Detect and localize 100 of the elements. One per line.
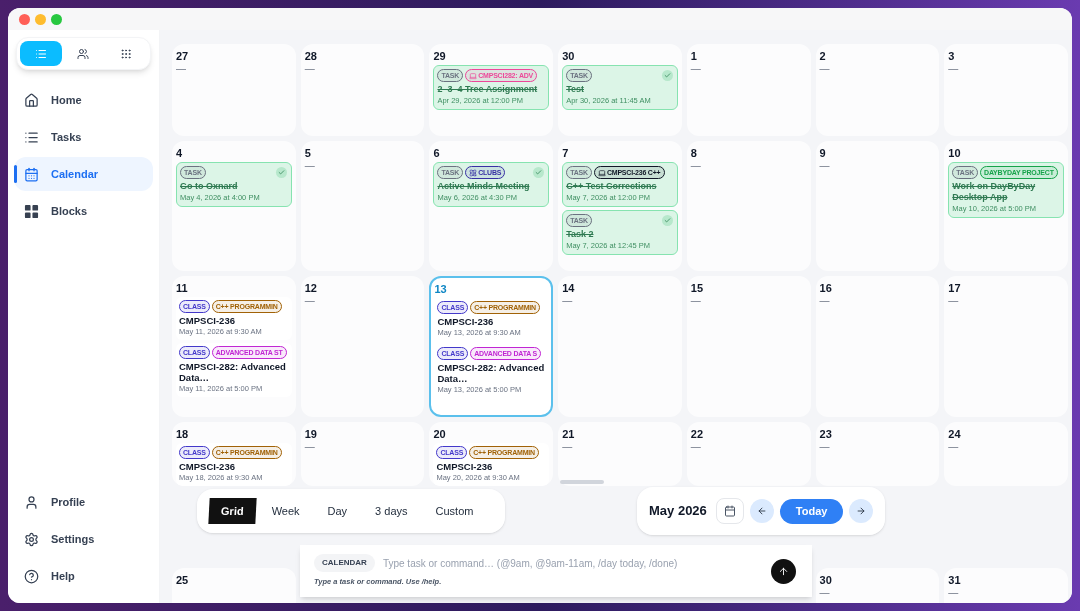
help-icon xyxy=(24,568,39,584)
laptop-icon xyxy=(597,168,606,177)
empty-dash: — xyxy=(562,295,574,307)
day-cell[interactable]: 3 — xyxy=(944,44,1068,136)
day-number: 25 xyxy=(176,573,190,587)
day-cell[interactable]: 28 — xyxy=(300,44,425,136)
view-tab[interactable]: Grid xyxy=(208,498,257,524)
day-cell[interactable]: 25 xyxy=(172,568,296,603)
day-cell[interactable]: 1 — xyxy=(686,44,811,136)
event-title: CMPSCI-236 xyxy=(437,316,495,327)
next-button[interactable] xyxy=(849,499,874,523)
grid-icon xyxy=(119,47,132,60)
list-icon xyxy=(24,129,39,145)
person-icon xyxy=(24,494,39,510)
day-cell[interactable]: 30 — xyxy=(815,568,940,603)
close-window-icon[interactable] xyxy=(19,13,30,25)
day-number: 13 xyxy=(434,282,448,296)
atom-icon xyxy=(469,168,478,177)
minimize-window-icon[interactable] xyxy=(35,13,46,25)
day-number: 12 xyxy=(304,281,318,295)
active-indicator xyxy=(14,165,17,183)
day-number: 6 xyxy=(433,146,441,160)
previous-button[interactable] xyxy=(749,499,774,523)
day-number: 14 xyxy=(562,281,576,295)
day-number: 16 xyxy=(819,281,833,295)
up-arrow-icon xyxy=(778,565,789,577)
day-number: 29 xyxy=(433,49,447,63)
nav-item[interactable]: Calendar xyxy=(14,157,153,191)
day-number: 18 xyxy=(176,427,190,441)
empty-dash: — xyxy=(304,295,316,307)
day-cell[interactable]: 27 — xyxy=(172,44,296,136)
empty-dash: — xyxy=(819,63,831,75)
view-tab[interactable]: Custom xyxy=(423,498,486,524)
event-title: C++ Test Corrections xyxy=(566,181,658,192)
day-number: 28 xyxy=(304,49,318,63)
nav-item[interactable]: Help xyxy=(14,559,153,593)
day-cell[interactable]: 22 — xyxy=(686,422,811,486)
view-switch-button[interactable] xyxy=(20,41,63,66)
month-title: May 2026 xyxy=(649,502,707,521)
empty-dash: — xyxy=(948,63,960,75)
date-picker-button[interactable] xyxy=(715,498,744,524)
day-number: 4 xyxy=(176,146,184,160)
empty-dash: — xyxy=(690,160,702,172)
day-cell[interactable]: 17 — xyxy=(944,276,1068,417)
day-cell[interactable]: 31 — xyxy=(944,568,1068,603)
day-cell[interactable]: 5 — xyxy=(300,141,425,271)
day-number: 24 xyxy=(948,427,962,441)
event-title: CMPSCI-236 xyxy=(436,461,494,472)
settings-icon xyxy=(24,531,39,547)
day-cell[interactable]: 16 — xyxy=(815,276,940,417)
day-cell[interactable]: 23 — xyxy=(815,422,940,486)
day-number: 23 xyxy=(819,427,833,441)
day-cell[interactable]: 24 — xyxy=(944,422,1068,486)
empty-dash: — xyxy=(819,295,831,307)
people-icon xyxy=(77,47,90,60)
event-title: Work on DayByDay Desktop App xyxy=(952,181,1037,203)
event-title: Go to Oxnard xyxy=(180,181,239,192)
day-cell[interactable]: 2 — xyxy=(815,44,940,136)
view-tab[interactable]: Week xyxy=(259,498,312,524)
day-cell[interactable]: 12 — xyxy=(300,276,425,417)
send-button[interactable] xyxy=(771,558,796,584)
calendar-icon xyxy=(24,166,39,182)
drag-handle[interactable] xyxy=(560,480,604,484)
event-title: 2–3–4 Tree Assignment xyxy=(437,84,539,95)
empty-dash: — xyxy=(304,63,316,75)
day-number: 9 xyxy=(819,146,827,160)
day-cell[interactable]: 15 — xyxy=(686,276,811,417)
blocks-icon xyxy=(24,203,39,219)
day-cell[interactable]: 21 — xyxy=(558,422,682,486)
nav-item[interactable]: Tasks xyxy=(14,120,153,154)
day-number: 2 xyxy=(819,49,827,63)
day-cell[interactable]: 9 — xyxy=(815,141,940,271)
empty-dash: — xyxy=(819,441,831,453)
day-number: 21 xyxy=(562,427,576,441)
view-tab[interactable]: Day xyxy=(315,498,360,524)
right-arrow-icon xyxy=(856,506,867,516)
event-title: Test xyxy=(566,84,585,95)
command-input[interactable]: Type task or command… (@9am, @9am-11am, /day today, /done) xyxy=(382,555,765,571)
day-number: 3 xyxy=(948,49,956,63)
maximize-window-icon[interactable] xyxy=(51,13,62,25)
nav-item[interactable]: Profile xyxy=(14,485,153,519)
nav-item[interactable]: Home xyxy=(14,83,153,117)
empty-dash: — xyxy=(948,441,960,453)
home-icon xyxy=(24,92,39,108)
today-button[interactable]: Today xyxy=(779,498,844,524)
nav-item[interactable]: Blocks xyxy=(14,194,153,228)
event-title: Active Minds Meeting xyxy=(437,181,531,192)
day-cell[interactable]: 8 — xyxy=(686,141,811,271)
event-title: Task 2 xyxy=(566,229,595,240)
day-number: 19 xyxy=(304,427,318,441)
nav-item[interactable]: Settings xyxy=(14,522,153,556)
list-icon xyxy=(35,47,48,60)
view-tab[interactable]: 3 days xyxy=(363,498,420,524)
empty-dash: — xyxy=(819,160,831,172)
day-number: 1 xyxy=(690,49,698,63)
empty-dash: — xyxy=(690,441,702,453)
day-cell[interactable]: 19 — xyxy=(300,422,425,486)
day-cell[interactable]: 14 — xyxy=(558,276,682,417)
empty-dash: — xyxy=(948,295,960,307)
empty-dash: — xyxy=(819,587,831,599)
